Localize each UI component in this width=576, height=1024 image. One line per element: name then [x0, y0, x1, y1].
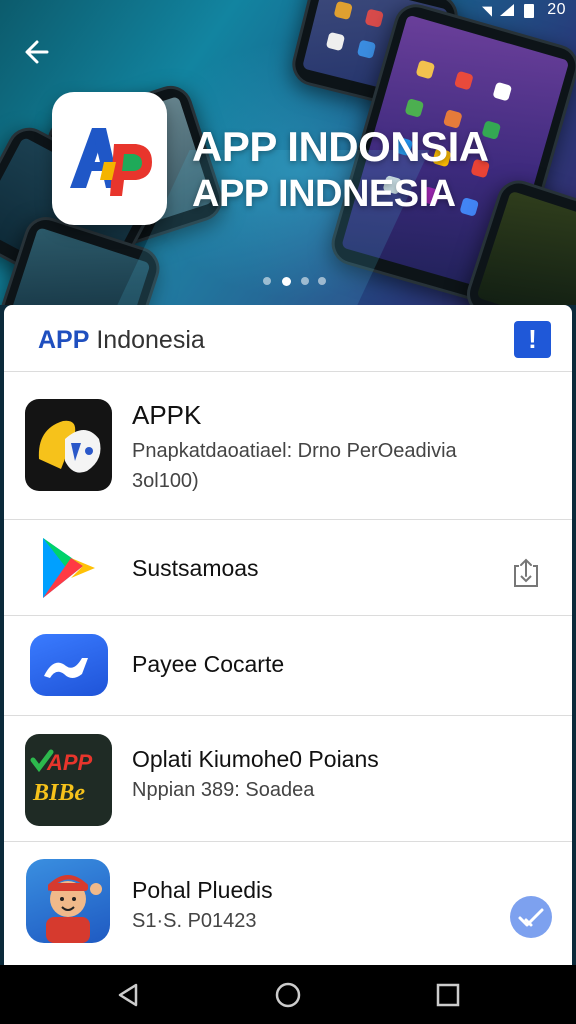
hero-subtitle: APP INDNESIA [192, 173, 456, 215]
share-icon[interactable] [509, 556, 543, 590]
list-item[interactable]: APP BIBe Oplati Kiumohe0 Poians Nppian 3… [4, 716, 572, 842]
character-avatar-icon [26, 859, 110, 943]
status-time: 20 [547, 1, 566, 18]
carousel-dot[interactable] [301, 277, 309, 285]
app-title: APPK [132, 400, 202, 430]
carousel-dot[interactable] [263, 277, 271, 285]
hero-title: APP INDONSIA [192, 123, 489, 170]
status-bar: ◥ 20 [456, 0, 576, 22]
app-list-card: APP Indonesia ! APPK Pnapkatdaoatiael: D… [4, 305, 572, 965]
app-bibe-logo-text: BIBe [32, 780, 85, 806]
list-item[interactable]: APPK Pnapkatdaoatiael: Drno PerOeadivia … [4, 372, 572, 520]
card-header: APP Indonesia ! [4, 305, 572, 372]
battery-icon [524, 4, 534, 18]
back-nav-icon[interactable] [112, 979, 144, 1011]
navigation-bar [0, 965, 576, 1024]
app-subtitle: Nppian 389: Soadea [132, 779, 315, 801]
payee-logo-icon [30, 634, 108, 696]
list-item[interactable]: Sustsamoas [4, 520, 572, 616]
carousel-indicator[interactable] [263, 276, 333, 287]
app-subtitle: S1·S. P01423 [132, 910, 257, 932]
app-logo [52, 92, 167, 225]
app-title: Pohal Pluedis [132, 877, 273, 903]
list-item[interactable]: Payee Cocarte [4, 616, 572, 716]
carousel-dot-active[interactable] [282, 276, 291, 286]
app-subtitle: Pnapkatdaoatiael: Drno PerOeadivia [132, 440, 457, 462]
header-title-text: Indonesia [96, 326, 205, 354]
app-bibe-logo-text: APP [46, 750, 93, 775]
header-brand: APP [38, 326, 90, 354]
recents-nav-icon[interactable] [432, 979, 464, 1011]
app-title: Oplati Kiumohe0 Poians [132, 746, 379, 772]
carousel-dot[interactable] [318, 277, 326, 285]
header-title: APP Indonesia [38, 326, 205, 355]
app-title: Sustsamoas [132, 555, 259, 581]
check-icon[interactable] [510, 896, 552, 938]
play-store-icon [25, 522, 112, 614]
app-subtitle: 3ol100) [132, 470, 199, 492]
wifi-icon: ◥ [482, 3, 492, 18]
hero-banner: ◥ 20 APP INDONSIA APP INDNESIA [0, 0, 576, 305]
home-nav-icon[interactable] [272, 979, 304, 1011]
app-bibe-logo-icon: APP BIBe [25, 734, 112, 826]
info-button[interactable]: ! [514, 321, 551, 358]
list-item[interactable]: Pohal Pluedis S1·S. P01423 [4, 842, 572, 965]
app-title: Payee Cocarte [132, 651, 285, 677]
back-arrow-icon[interactable] [20, 35, 54, 69]
signal-icon [500, 4, 514, 16]
appk-logo-icon [25, 399, 112, 491]
